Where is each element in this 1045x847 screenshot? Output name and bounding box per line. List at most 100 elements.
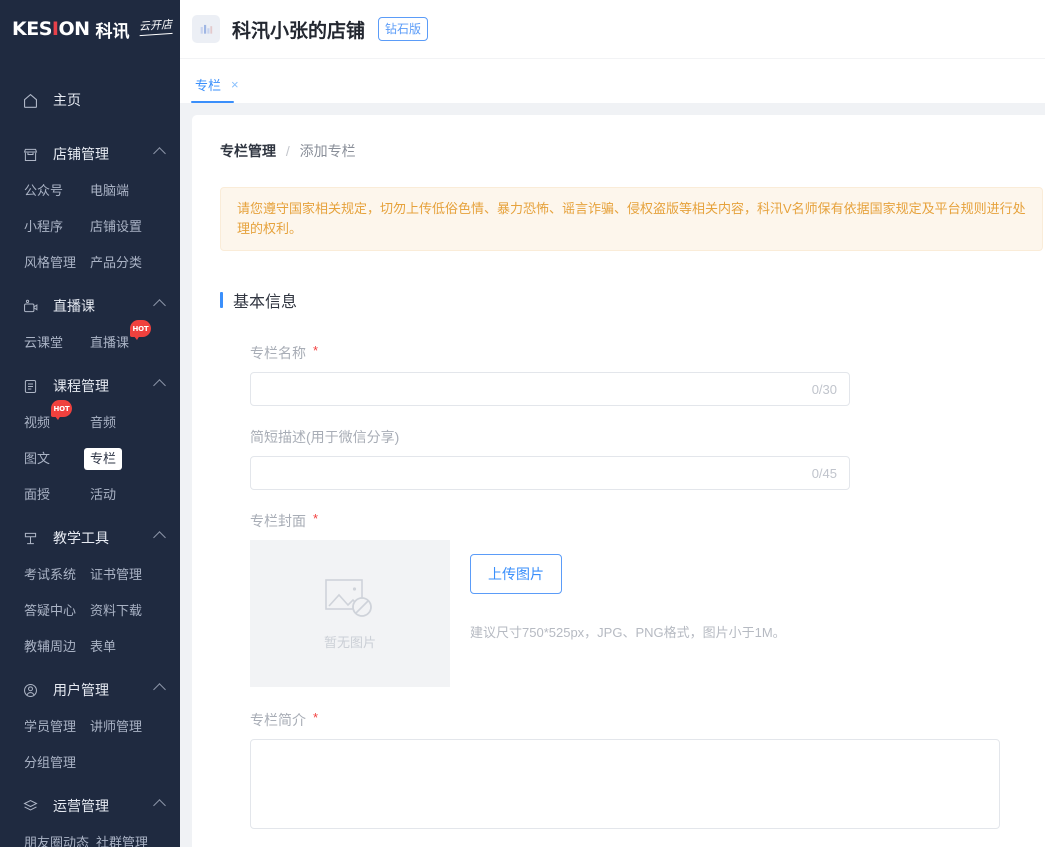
sidebar-item-mianshou[interactable]: 面授 [18, 484, 56, 506]
sidebar-item-pengyouquandongtai[interactable]: 朋友圈动态 [18, 832, 95, 847]
breadcrumb-separator: / [286, 143, 290, 159]
sidebar-group-shop-label: 店铺管理 [53, 144, 109, 164]
sidebar-item-xiaochengxu[interactable]: 小程序 [18, 216, 69, 238]
sidebar-item-shipin[interactable]: 视频HOT [18, 412, 56, 434]
sidebar-item-kaoshixitong[interactable]: 考试系统 [18, 564, 82, 586]
sidebar-submenu-tools: 考试系统 证书管理 答疑中心 资料下载 教辅周边 表单 [0, 554, 180, 658]
sidebar-group-live-header[interactable]: 直播课 [0, 290, 180, 322]
sidebar-item-xueyuanguanli[interactable]: 学员管理 [18, 716, 82, 738]
required-asterisk: * [313, 512, 318, 526]
section-title: 基本信息 [233, 288, 297, 312]
sidebar-item-shequnguanli[interactable]: 社群管理 [90, 832, 154, 847]
sidebar-item-home[interactable]: 主页 [0, 78, 180, 122]
cover-upload-row: 暂无图片 上传图片 建议尺寸750*525px，JPG、PNG格式，图片小于1M… [250, 540, 1045, 687]
sidebar-group-users-header[interactable]: 用户管理 [0, 674, 180, 706]
column-name-input[interactable]: 0/30 [250, 372, 850, 406]
main-area: 科汛小张的店铺 钻石版 请输入 专栏 × 专栏管理 / 添加专栏 请您遵守国家相… [180, 0, 1045, 847]
sidebar-group-live: 直播课 云课堂 直播课HOT [0, 290, 180, 354]
chevron-up-icon[interactable] [153, 299, 166, 312]
logo-text: KESION [12, 18, 90, 40]
sidebar-item-dianpushezhi[interactable]: 店铺设置 [84, 216, 148, 238]
field-short-desc-label: 简短描述(用于微信分享) [250, 428, 1045, 446]
upload-image-button[interactable]: 上传图片 [470, 554, 562, 594]
sidebar-submenu-live: 云课堂 直播课HOT [0, 322, 180, 354]
sidebar-item-biaodan[interactable]: 表单 [84, 636, 122, 658]
sidebar-submenu-shop: 公众号 电脑端 小程序 店铺设置 风格管理 产品分类 [0, 170, 180, 274]
tab-bar: 专栏 × [180, 58, 1045, 103]
sidebar-group-course: 课程管理 视频HOT 音频 图文 专栏 面授 活动 [0, 370, 180, 506]
required-asterisk: * [313, 344, 318, 358]
shop-icon [22, 146, 39, 163]
sidebar-item-zhibooke-label: 直播课 [90, 335, 129, 350]
field-column-intro-label: 专栏简介 * [250, 711, 1045, 729]
chevron-up-icon[interactable] [153, 379, 166, 392]
brand-logo[interactable]: KESION 科讯 云开店 [0, 0, 180, 58]
field-short-desc: 简短描述(用于微信分享) 0/45 [250, 428, 1045, 490]
sidebar-group-shop: 店铺管理 公众号 电脑端 小程序 店铺设置 风格管理 产品分类 [0, 138, 180, 274]
sidebar-item-diannaoduan[interactable]: 电脑端 [84, 180, 135, 202]
sidebar-group-shop-header[interactable]: 店铺管理 [0, 138, 180, 170]
tab-zhuanlan[interactable]: 专栏 × [190, 75, 244, 103]
close-icon[interactable]: × [231, 78, 239, 91]
required-asterisk: * [313, 711, 318, 725]
sidebar-item-jiangshiguanli[interactable]: 讲师管理 [84, 716, 148, 738]
sidebar-item-dayizhongxin[interactable]: 答疑中心 [18, 600, 82, 622]
chevron-up-icon[interactable] [153, 799, 166, 812]
status-badge: 钻石版 [378, 17, 428, 41]
sidebar-item-yinpin[interactable]: 音频 [84, 412, 122, 434]
breadcrumb-parent[interactable]: 专栏管理 [220, 143, 276, 159]
field-column-name: 专栏名称 * 0/30 [250, 344, 1045, 406]
logo-kes: KES [12, 18, 52, 40]
cover-preview-placeholder[interactable]: 暂无图片 [250, 540, 450, 687]
sidebar-item-fenzuguanli[interactable]: 分组管理 [18, 752, 82, 774]
course-icon [22, 378, 39, 395]
breadcrumb-current: 添加专栏 [300, 143, 356, 159]
sidebar-item-chanpinfenlei[interactable]: 产品分类 [84, 252, 148, 274]
hot-badge: HOT [51, 400, 72, 417]
sidebar-item-zhengshuguanli[interactable]: 证书管理 [84, 564, 148, 586]
field-cover-label-text: 专栏封面 [250, 512, 306, 530]
section-header-basic-info: 基本信息 [220, 288, 1045, 312]
column-intro-textarea[interactable] [250, 739, 1000, 829]
sidebar-submenu-users: 学员管理 讲师管理 分组管理 [0, 706, 180, 774]
no-image-icon [324, 577, 376, 628]
content-area: 专栏管理 / 添加专栏 请您遵守国家相关规定，切勿上传低俗色情、暴力恐怖、谣言诈… [180, 103, 1045, 847]
sidebar-item-ziliaoxiazai[interactable]: 资料下载 [84, 600, 148, 622]
chevron-up-icon[interactable] [153, 147, 166, 160]
layers-icon [22, 798, 39, 815]
field-column-intro-label-text: 专栏简介 [250, 711, 306, 729]
sidebar-group-users-label: 用户管理 [53, 680, 109, 700]
sidebar-group-ops-header[interactable]: 运营管理 [0, 790, 180, 822]
warning-notice: 请您遵守国家相关规定，切勿上传低俗色情、暴力恐怖、谣言诈骗、侵权盗版等相关内容，… [220, 187, 1043, 251]
column-name-counter: 0/30 [812, 382, 837, 397]
sidebar-item-tuwen[interactable]: 图文 [18, 448, 56, 470]
chevron-up-icon[interactable] [153, 531, 166, 544]
sidebar-group-course-label: 课程管理 [53, 376, 109, 396]
tools-icon [22, 530, 39, 547]
sidebar-item-yunketang[interactable]: 云课堂 [18, 332, 69, 354]
sidebar-item-zhuanlan[interactable]: 专栏 [84, 448, 122, 470]
sidebar-item-zhibooke[interactable]: 直播课HOT [84, 332, 135, 354]
field-short-desc-label-text: 简短描述(用于微信分享) [250, 428, 399, 446]
sidebar-item-gongzhonghao[interactable]: 公众号 [18, 180, 69, 202]
sidebar-group-ops-label: 运营管理 [53, 796, 109, 816]
logo-tagline: 云开店 [138, 16, 172, 36]
sidebar-group-tools-header[interactable]: 教学工具 [0, 522, 180, 554]
logo-on: ON [58, 18, 89, 40]
sidebar-item-fenggeguanli[interactable]: 风格管理 [18, 252, 82, 274]
sidebar-item-huodong[interactable]: 活动 [84, 484, 122, 506]
sidebar-group-tools: 教学工具 考试系统 证书管理 答疑中心 资料下载 教辅周边 表单 [0, 522, 180, 658]
sidebar-group-live-label: 直播课 [53, 296, 95, 316]
live-icon [22, 298, 39, 315]
chevron-up-icon[interactable] [153, 683, 166, 696]
app-root: KESION 科讯 云开店 主页 店铺管理 [0, 0, 1045, 847]
sidebar-group-users: 用户管理 学员管理 讲师管理 分组管理 [0, 674, 180, 774]
sidebar-group-course-header[interactable]: 课程管理 [0, 370, 180, 402]
content-card: 专栏管理 / 添加专栏 请您遵守国家相关规定，切勿上传低俗色情、暴力恐怖、谣言诈… [192, 115, 1045, 847]
short-desc-input[interactable]: 0/45 [250, 456, 850, 490]
sidebar-group-tools-label: 教学工具 [53, 528, 109, 548]
sidebar-group-ops: 运营管理 朋友圈动态 社群管理 [0, 790, 180, 847]
section-accent-bar [220, 292, 223, 308]
page-title: 科汛小张的店铺 [232, 16, 365, 43]
sidebar-item-jiaofuzhoubian[interactable]: 教辅周边 [18, 636, 82, 658]
